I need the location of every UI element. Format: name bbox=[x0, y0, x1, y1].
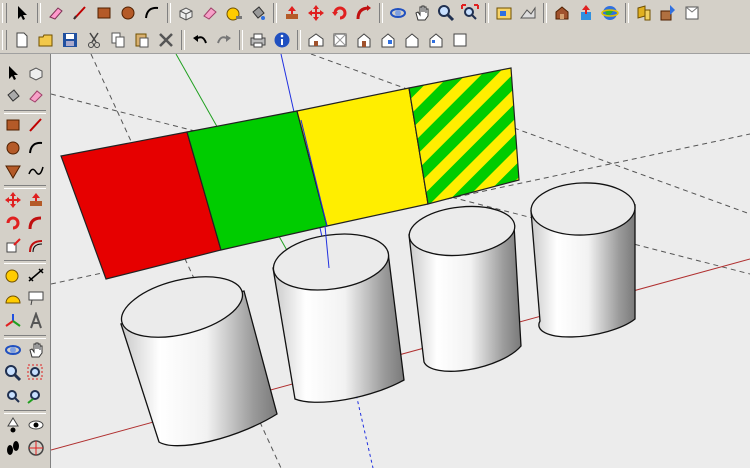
zoom-window-icon[interactable] bbox=[25, 362, 47, 384]
arc-icon[interactable] bbox=[25, 137, 47, 159]
top-view-icon[interactable] bbox=[329, 29, 351, 51]
undo-icon[interactable] bbox=[189, 29, 211, 51]
circle-icon[interactable] bbox=[2, 137, 24, 159]
toolbar-grip[interactable] bbox=[2, 29, 7, 50]
cylinder-1[interactable] bbox=[115, 266, 278, 447]
delete-icon[interactable] bbox=[155, 29, 177, 51]
eraser-icon[interactable] bbox=[45, 2, 67, 24]
top-toolbar-row-1 bbox=[0, 0, 750, 27]
toolbar-separator bbox=[37, 3, 41, 23]
offset-icon[interactable] bbox=[25, 235, 47, 257]
polygon-icon[interactable] bbox=[2, 160, 24, 182]
arc-icon[interactable] bbox=[141, 2, 163, 24]
protractor-icon[interactable] bbox=[2, 287, 24, 309]
paste-icon[interactable] bbox=[131, 29, 153, 51]
select-arrow-icon[interactable] bbox=[2, 62, 24, 84]
make-component-icon[interactable] bbox=[25, 62, 47, 84]
cylinder-3[interactable] bbox=[407, 202, 522, 372]
rectangle-icon[interactable] bbox=[2, 114, 24, 136]
orbit-icon[interactable] bbox=[2, 339, 24, 361]
move-icon[interactable] bbox=[2, 189, 24, 211]
toolbar-separator bbox=[297, 29, 301, 50]
toolbar-separator bbox=[167, 3, 171, 23]
push-pull-icon[interactable] bbox=[281, 2, 303, 24]
new-file-icon[interactable] bbox=[11, 29, 33, 51]
blank-view-icon[interactable] bbox=[449, 29, 471, 51]
walk-icon[interactable] bbox=[2, 437, 24, 459]
section-plane-icon[interactable] bbox=[25, 437, 47, 459]
toolbar-separator bbox=[181, 29, 185, 50]
text-icon[interactable] bbox=[25, 287, 47, 309]
toolbar-separator bbox=[625, 3, 629, 23]
pencil-line-icon[interactable] bbox=[69, 2, 91, 24]
zoom-icon[interactable] bbox=[435, 2, 457, 24]
eraser-icon[interactable] bbox=[25, 85, 47, 107]
follow-me-icon[interactable] bbox=[25, 212, 47, 234]
back-view-icon[interactable] bbox=[401, 29, 423, 51]
scale-icon[interactable] bbox=[2, 235, 24, 257]
scene-canvas bbox=[51, 54, 750, 468]
move-icon[interactable] bbox=[305, 2, 327, 24]
toolbar-separator bbox=[273, 3, 277, 23]
print-icon[interactable] bbox=[247, 29, 269, 51]
toolbar-separator bbox=[379, 3, 383, 23]
model-info-icon[interactable] bbox=[271, 29, 293, 51]
iso-view-icon[interactable] bbox=[305, 29, 327, 51]
toolbar-grip[interactable] bbox=[2, 3, 7, 23]
add-location-icon[interactable] bbox=[493, 2, 515, 24]
toolbar-separator bbox=[543, 3, 547, 23]
push-pull-icon[interactable] bbox=[25, 189, 47, 211]
zoom-icon[interactable] bbox=[2, 362, 24, 384]
share-model-icon[interactable] bbox=[575, 2, 597, 24]
toolbar-separator bbox=[485, 3, 489, 23]
rotate-icon[interactable] bbox=[2, 212, 24, 234]
zoom-extents-icon[interactable] bbox=[459, 2, 481, 24]
circle-icon[interactable] bbox=[117, 2, 139, 24]
copy-icon[interactable] bbox=[107, 29, 129, 51]
pan-hand-icon[interactable] bbox=[25, 339, 47, 361]
share-component-icon[interactable] bbox=[657, 2, 679, 24]
look-around-icon[interactable] bbox=[25, 414, 47, 436]
toolbar-separator bbox=[239, 29, 243, 50]
open-folder-icon[interactable] bbox=[35, 29, 57, 51]
google-earth-icon[interactable] bbox=[599, 2, 621, 24]
get-models-icon[interactable] bbox=[551, 2, 573, 24]
previous-view-icon[interactable] bbox=[25, 385, 47, 407]
toggle-terrain-icon[interactable] bbox=[517, 2, 539, 24]
orbit-icon[interactable] bbox=[387, 2, 409, 24]
axes-icon[interactable] bbox=[2, 310, 24, 332]
eraser-pink-icon[interactable] bbox=[199, 2, 221, 24]
get-components-icon[interactable] bbox=[633, 2, 655, 24]
dimension-icon[interactable] bbox=[25, 264, 47, 286]
make-component-icon[interactable] bbox=[175, 2, 197, 24]
top-toolbar-row-2 bbox=[0, 26, 750, 54]
component-options-icon[interactable] bbox=[681, 2, 703, 24]
cut-icon[interactable] bbox=[83, 29, 105, 51]
rectangle-icon[interactable] bbox=[93, 2, 115, 24]
panel-striped[interactable] bbox=[408, 67, 520, 205]
pan-hand-icon[interactable] bbox=[411, 2, 433, 24]
select-arrow-icon[interactable] bbox=[11, 2, 33, 24]
save-icon[interactable] bbox=[59, 29, 81, 51]
position-camera-icon[interactable] bbox=[2, 414, 24, 436]
paint-bucket-icon[interactable] bbox=[2, 85, 24, 107]
freehand-icon[interactable] bbox=[25, 160, 47, 182]
left-view-icon[interactable] bbox=[425, 29, 447, 51]
tape-measure-icon[interactable] bbox=[2, 264, 24, 286]
pencil-line-icon[interactable] bbox=[25, 114, 47, 136]
cylinder-2[interactable] bbox=[270, 227, 405, 403]
right-view-icon[interactable] bbox=[377, 29, 399, 51]
modeling-viewport[interactable] bbox=[51, 54, 750, 468]
front-view-icon[interactable] bbox=[353, 29, 375, 51]
redo-icon[interactable] bbox=[213, 29, 235, 51]
paint-bucket-icon[interactable] bbox=[247, 2, 269, 24]
left-toolbar bbox=[0, 54, 51, 468]
3d-text-icon[interactable] bbox=[25, 310, 47, 332]
tape-measure-icon[interactable] bbox=[223, 2, 245, 24]
cylinder-4[interactable] bbox=[530, 181, 636, 338]
rotate-icon[interactable] bbox=[329, 2, 351, 24]
zoom-extents-icon[interactable] bbox=[2, 385, 24, 407]
follow-me-icon[interactable] bbox=[353, 2, 375, 24]
